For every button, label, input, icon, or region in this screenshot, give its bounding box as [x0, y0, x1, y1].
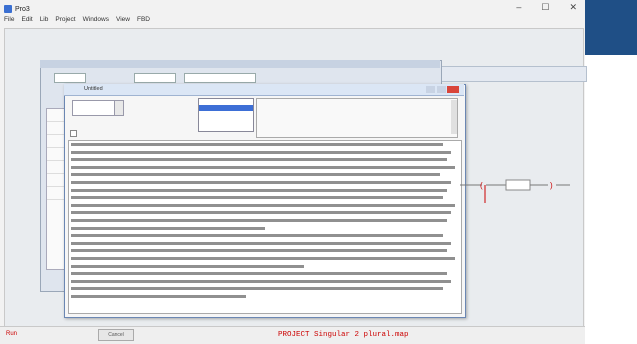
text-line-content — [71, 203, 456, 207]
text-line — [71, 171, 459, 179]
text-line — [71, 209, 459, 217]
text-line-content — [71, 287, 444, 291]
ladder-diagram: ( ) — [460, 179, 570, 203]
toolbar-field[interactable] — [54, 73, 86, 83]
text-line — [71, 164, 459, 172]
desktop-background — [585, 0, 637, 55]
text-editor[interactable] — [68, 140, 462, 314]
dialog-title: Untitled — [84, 86, 103, 92]
text-line — [71, 270, 459, 278]
text-line — [71, 187, 459, 195]
toolbar-dropdown[interactable] — [134, 73, 176, 83]
option-checkbox[interactable] — [70, 130, 77, 137]
text-line — [71, 293, 459, 301]
text-line-content — [71, 249, 448, 253]
project-name: PROJECT Singular 2 plural.map — [278, 331, 409, 339]
background-toolbar — [40, 72, 440, 84]
toolbar-dropdown[interactable] — [184, 73, 256, 83]
function-block-icon[interactable] — [505, 179, 531, 191]
text-line — [71, 278, 459, 286]
text-line-content — [71, 264, 304, 268]
text-line-content — [71, 188, 448, 192]
menu-lib[interactable]: Lib — [40, 16, 49, 23]
text-line — [71, 263, 459, 271]
menu-view[interactable]: View — [116, 16, 130, 23]
text-line-content — [71, 279, 452, 283]
info-panel — [256, 98, 458, 138]
text-line — [71, 285, 459, 293]
dialog-maximize-button[interactable] — [437, 86, 446, 93]
text-line — [71, 156, 459, 164]
dialog-close-button[interactable] — [447, 86, 459, 93]
menu-project[interactable]: Project — [55, 16, 75, 23]
app-icon — [4, 5, 12, 13]
text-line-content — [71, 165, 456, 169]
menu-edit[interactable]: Edit — [21, 16, 32, 23]
text-line-content — [71, 150, 452, 154]
text-line-content — [71, 196, 444, 200]
maximize-button[interactable]: ☐ — [541, 2, 549, 13]
text-line — [71, 217, 459, 225]
text-line — [71, 232, 459, 240]
text-line — [71, 202, 459, 210]
menu-file[interactable]: File — [4, 16, 14, 23]
text-line-content — [71, 158, 448, 162]
app-titlebar: Pro3 — [4, 3, 30, 15]
text-line-content — [71, 226, 265, 230]
dialog-titlebar — [64, 84, 464, 96]
text-line-content — [71, 143, 444, 146]
text-line — [71, 141, 459, 149]
close-button[interactable]: ✕ — [569, 2, 577, 13]
cancel-button[interactable]: Cancel — [98, 329, 134, 341]
text-line-content — [71, 272, 448, 276]
text-line — [71, 255, 459, 263]
background-window-titlebar — [40, 60, 440, 68]
text-line — [71, 149, 459, 157]
menu-bar: File Edit Lib Project Windows View FBD — [4, 16, 150, 23]
text-line-content — [71, 241, 452, 245]
text-line — [71, 247, 459, 255]
text-line-content — [71, 294, 246, 298]
text-line-content — [71, 256, 456, 260]
text-line-content — [71, 173, 440, 177]
text-line-content — [71, 211, 452, 215]
text-line — [71, 179, 459, 187]
info-scrollbar[interactable] — [451, 100, 457, 134]
text-line — [71, 194, 459, 202]
status-run: Run — [6, 331, 18, 337]
text-line — [71, 240, 459, 248]
text-line-content — [71, 218, 448, 222]
window-controls: – ☐ ✕ — [516, 2, 577, 13]
value-stepper[interactable] — [114, 100, 124, 116]
text-line-content — [71, 180, 452, 184]
menu-fbd[interactable]: FBD — [137, 16, 150, 23]
contact-left-icon: ( — [480, 181, 483, 190]
text-line-content — [71, 234, 444, 238]
minimize-button[interactable]: – — [516, 2, 521, 13]
option-list[interactable] — [198, 98, 254, 132]
value-input[interactable] — [72, 100, 118, 116]
dialog-minimize-button[interactable] — [426, 86, 435, 93]
app-title: Pro3 — [15, 5, 30, 13]
menu-windows[interactable]: Windows — [83, 16, 109, 23]
list-option[interactable] — [199, 117, 253, 123]
coil-right-icon: ) — [550, 181, 553, 190]
text-line — [71, 225, 459, 233]
